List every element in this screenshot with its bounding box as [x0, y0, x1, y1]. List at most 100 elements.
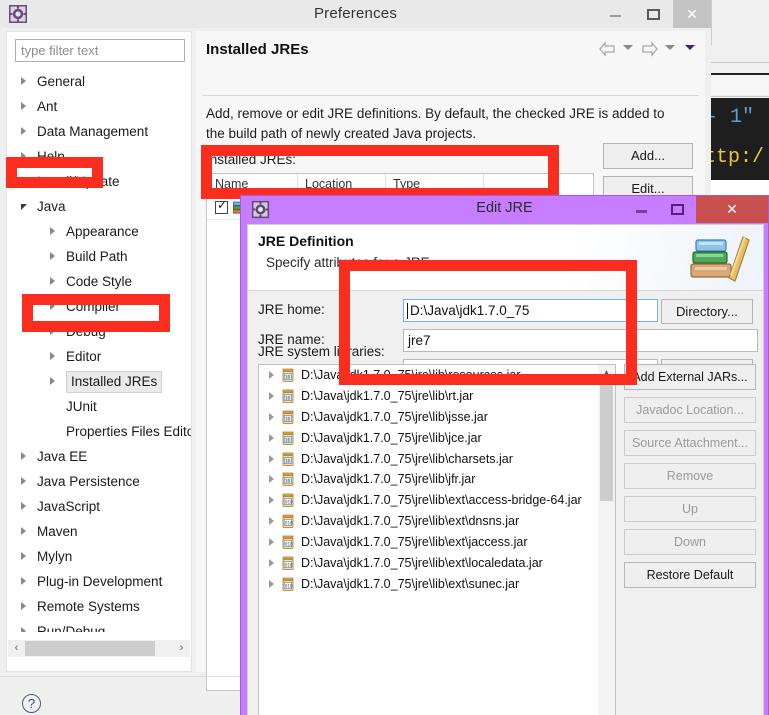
column-divider[interactable]	[385, 174, 386, 196]
add-external-jars-button[interactable]: Add External JARs...	[624, 364, 756, 390]
forward-arrow-icon[interactable]	[641, 40, 658, 57]
chevron-right-icon[interactable]	[50, 227, 60, 237]
sidebar-item-junit[interactable]: JUnit	[7, 394, 191, 419]
chevron-right-icon[interactable]	[269, 454, 274, 463]
chevron-right-icon[interactable]	[269, 391, 274, 400]
help-icon[interactable]: ?	[22, 694, 41, 713]
chevron-right-icon[interactable]	[269, 496, 274, 505]
scrollbar-thumb[interactable]	[600, 383, 613, 501]
scroll-right-icon[interactable]: ›	[173, 640, 190, 657]
background-editor-tab[interactable]: oper...	[708, 73, 769, 166]
scrollbar-thumb[interactable]	[25, 641, 155, 656]
library-list-item[interactable]: 010 D:\Java\jdk1.7.0_75\jre\lib\ext\acces…	[259, 490, 599, 511]
chevron-right-icon[interactable]	[50, 252, 60, 262]
chevron-right-icon[interactable]	[21, 577, 31, 587]
sidebar-item-maven[interactable]: Maven	[7, 519, 191, 544]
jre-system-libraries-list[interactable]: 10 D:\Java\jdk1.7.0_75\jre\lib\resources.…	[258, 364, 616, 715]
jre-default-checkbox[interactable]	[215, 198, 228, 214]
chevron-right-icon[interactable]	[269, 371, 274, 379]
close-button[interactable]: ✕	[673, 0, 711, 28]
dialog-titlebar[interactable]: Edit JRE ✕	[241, 196, 768, 223]
chevron-right-icon[interactable]	[21, 502, 31, 512]
sidebar-item-plug-in-development[interactable]: Plug-in Development	[7, 569, 191, 594]
library-list-item[interactable]: 010 D:\Java\jdk1.7.0_75\jre\lib\ext\jacce…	[259, 532, 599, 553]
view-menu-chevron-down-icon[interactable]	[685, 44, 695, 50]
sidebar-item-editor[interactable]: Editor	[7, 344, 191, 369]
library-list-item[interactable]: 010 D:\Java\jdk1.7.0_75\jre\lib\ext\local…	[259, 553, 599, 574]
restore-default-button[interactable]: Restore Default	[624, 562, 756, 588]
sidebar-item-remote-systems[interactable]: Remote Systems	[7, 594, 191, 619]
sidebar-item-java[interactable]: Java	[7, 194, 191, 219]
library-list-item[interactable]: 10 D:\Java\jdk1.7.0_75\jre\lib\rt.jar	[259, 386, 599, 407]
chevron-right-icon[interactable]	[21, 102, 31, 112]
sidebar-item-general[interactable]: General	[7, 69, 191, 94]
chevron-down-icon[interactable]	[21, 204, 27, 210]
dialog-close-button[interactable]: ✕	[696, 196, 768, 223]
chevron-right-icon[interactable]	[269, 538, 274, 547]
sidebar-item-installed-jres[interactable]: Installed JREs	[7, 369, 191, 394]
chevron-right-icon[interactable]	[21, 177, 31, 187]
chevron-right-icon[interactable]	[21, 602, 31, 612]
back-arrow-icon[interactable]	[599, 40, 616, 57]
chevron-right-icon[interactable]	[21, 477, 31, 487]
chevron-right-icon[interactable]	[269, 579, 274, 588]
back-menu-chevron-down-icon[interactable]	[622, 44, 633, 50]
chevron-right-icon[interactable]	[21, 77, 31, 87]
library-list-item[interactable]: 10 D:\Java\jdk1.7.0_75\jre\lib\resources.…	[259, 365, 599, 386]
sidebar-item-compiler[interactable]: Compiler	[7, 294, 191, 319]
chevron-right-icon[interactable]	[21, 127, 31, 137]
sidebar-item-mylyn[interactable]: Mylyn	[7, 544, 191, 569]
chevron-right-icon[interactable]	[269, 559, 274, 568]
sidebar-item-java-persistence[interactable]: Java Persistence	[7, 469, 191, 494]
library-list-item[interactable]: 010 D:\Java\jdk1.7.0_75\jre\lib\ext\dnsns…	[259, 511, 599, 532]
sidebar-item-run-debug[interactable]: Run/Debug	[7, 619, 191, 632]
column-divider[interactable]	[297, 174, 298, 196]
background-code-area[interactable]: - 1" ttp:/	[708, 98, 769, 180]
library-list-item[interactable]: 10 D:\Java\jdk1.7.0_75\jre\lib\jfr.jar	[259, 469, 599, 490]
chevron-right-icon[interactable]	[50, 327, 60, 337]
forward-menu-chevron-down-icon[interactable]	[664, 44, 675, 50]
column-header-name[interactable]: Name	[215, 177, 248, 191]
chevron-right-icon[interactable]	[269, 475, 274, 484]
chevron-right-icon[interactable]	[50, 277, 60, 287]
filter-input[interactable]: type filter text	[15, 39, 185, 62]
sidebar-item-help[interactable]: Help	[7, 144, 191, 169]
chevron-right-icon[interactable]	[21, 627, 31, 632]
libraries-vertical-scrollbar[interactable]: ▲ ▼	[598, 365, 615, 715]
sidebar-item-code-style[interactable]: Code Style	[7, 269, 191, 294]
add-jre-button[interactable]: Add...	[603, 143, 693, 169]
sidebar-item-build-path[interactable]: Build Path	[7, 244, 191, 269]
column-divider[interactable]	[483, 174, 484, 196]
sidebar-item-data-management[interactable]: Data Management	[7, 119, 191, 144]
sidebar-item-debug[interactable]: Debug	[7, 319, 191, 344]
chevron-right-icon[interactable]	[269, 433, 274, 442]
library-list-item[interactable]: 10 D:\Java\jdk1.7.0_75\jre\lib\jce.jar	[259, 428, 599, 449]
sidebar-item-properties-files-edito[interactable]: Properties Files Edito	[7, 419, 191, 444]
scroll-up-icon[interactable]: ▲	[598, 365, 615, 382]
jre-name-input[interactable]: jre7	[403, 329, 758, 352]
column-header-location[interactable]: Location	[305, 177, 352, 191]
chevron-right-icon[interactable]	[50, 377, 60, 387]
chevron-right-icon[interactable]	[21, 452, 31, 462]
directory-button[interactable]: Directory...	[661, 299, 753, 324]
sidebar-item-ant[interactable]: Ant	[7, 94, 191, 119]
chevron-right-icon[interactable]	[21, 552, 31, 562]
chevron-right-icon[interactable]	[269, 517, 274, 526]
dialog-minimize-button[interactable]	[624, 196, 660, 223]
jre-home-input[interactable]: D:\Java\jdk1.7.0_75	[403, 299, 658, 322]
maximize-button[interactable]	[635, 0, 673, 28]
library-list-item[interactable]: 010 D:\Java\jdk1.7.0_75\jre\lib\ext\sunec…	[259, 574, 599, 595]
chevron-right-icon[interactable]	[21, 152, 31, 162]
library-list-item[interactable]: 10 D:\Java\jdk1.7.0_75\jre\lib\jsse.jar	[259, 407, 599, 428]
chevron-right-icon[interactable]	[269, 412, 274, 421]
dialog-maximize-button[interactable]	[660, 196, 696, 223]
sidebar-item-install-update[interactable]: Install/Update	[7, 169, 191, 194]
library-list-item[interactable]: 10 D:\Java\jdk1.7.0_75\jre\lib\charsets.j…	[259, 449, 599, 470]
sidebar-item-appearance[interactable]: Appearance	[7, 219, 191, 244]
scroll-left-icon[interactable]: ‹	[8, 640, 25, 657]
sidebar-item-java-ee[interactable]: Java EE	[7, 444, 191, 469]
minimize-button[interactable]	[597, 0, 635, 28]
column-header-type[interactable]: Type	[393, 177, 420, 191]
chevron-right-icon[interactable]	[50, 302, 60, 312]
preferences-tree[interactable]: General Ant Data Management Help Install/Upd…	[7, 69, 191, 632]
